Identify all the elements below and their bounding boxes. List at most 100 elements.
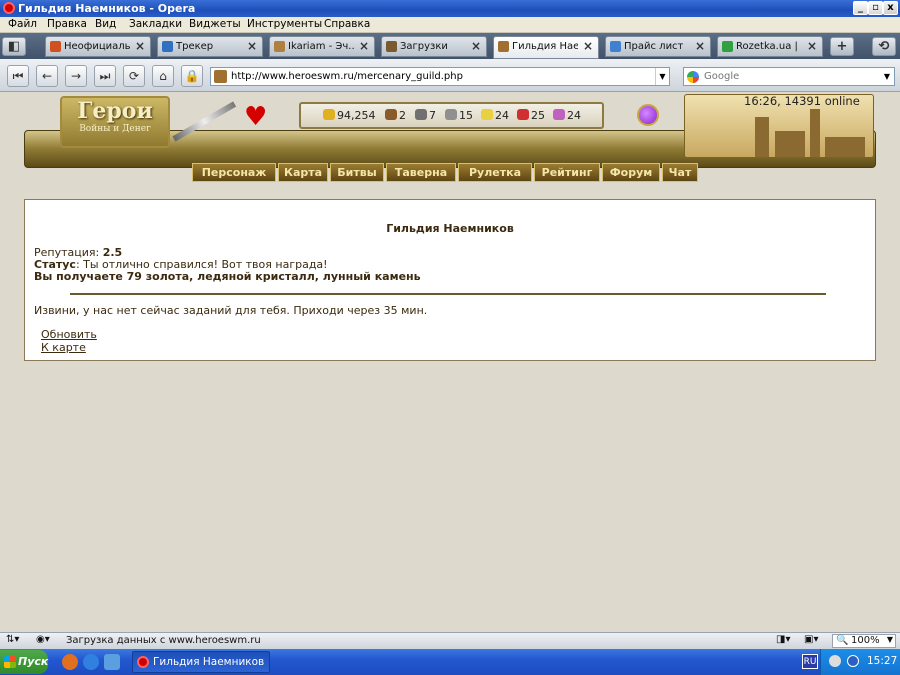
gold-icon — [323, 109, 335, 120]
menu-widgets[interactable]: Виджеты — [189, 18, 241, 30]
panel-icon[interactable]: ◨▾ — [776, 634, 790, 645]
wood-icon — [385, 109, 397, 120]
logo-subtitle: Войны и Денег — [79, 124, 151, 134]
tab-favicon-icon — [722, 41, 733, 52]
tab-label: Трекер — [176, 41, 214, 52]
menu-file[interactable]: Файл — [8, 18, 37, 30]
clock: 15:27 — [867, 655, 898, 667]
tab-0[interactable]: Неофициаль... × — [45, 36, 151, 57]
tab-favicon-icon — [274, 41, 285, 52]
menu-view[interactable]: Вид — [95, 18, 116, 30]
menu-tools[interactable]: Инструменты — [247, 18, 322, 30]
tab-label: Прайс лист — [624, 41, 684, 52]
tab-3[interactable]: Загрузки × — [381, 36, 487, 57]
chevron-down-icon[interactable]: ▼ — [880, 68, 894, 85]
tab-4-active[interactable]: Гильдия Нае... × — [493, 36, 599, 59]
tab-favicon-icon — [162, 41, 173, 52]
opera-icon — [3, 2, 15, 14]
desktop-icon[interactable] — [104, 654, 120, 670]
nav-map[interactable]: Карта — [278, 163, 328, 182]
nav-tavern[interactable]: Таверна — [386, 163, 456, 182]
search-input[interactable] — [704, 69, 874, 84]
firefox-icon[interactable] — [62, 654, 78, 670]
security-icon[interactable]: 🔒 — [181, 65, 203, 87]
nav-battles[interactable]: Битвы — [330, 163, 384, 182]
nav-rating[interactable]: Рейтинг — [534, 163, 600, 182]
nav-forum[interactable]: Форум — [602, 163, 660, 182]
language-indicator[interactable]: RU — [802, 654, 818, 669]
fast-forward-button[interactable]: ⏭ — [94, 65, 116, 87]
search-box[interactable]: ▼ — [683, 67, 895, 86]
window-title-bar: Гильдия Наемников - Opera _ ▫ x — [0, 0, 900, 17]
heart-icon: ♥ — [244, 102, 268, 132]
guild-panel: Гильдия Наемников Репутация: 2.5 Статус:… — [24, 199, 876, 361]
view-icon[interactable]: ▣▾ — [804, 634, 818, 645]
speed-dial-icon[interactable]: ◉▾ — [36, 634, 50, 645]
tab-6[interactable]: Rozetka.ua | ... × — [717, 36, 823, 57]
page-content: Герои Войны и Денег ♥ 94,254 2 7 15 24 2… — [0, 92, 900, 632]
mercury-icon — [445, 109, 457, 120]
rewind-button[interactable]: ⏮ — [7, 65, 29, 87]
chevron-down-icon[interactable]: ▼ — [655, 68, 669, 85]
new-tab-button[interactable]: + — [830, 37, 854, 56]
ie-icon[interactable] — [83, 654, 99, 670]
close-window-button[interactable]: x — [883, 1, 898, 15]
status-text: Загрузка данных с www.heroeswm.ru — [66, 635, 261, 646]
to-map-link[interactable]: К карте — [41, 341, 86, 354]
menu-help[interactable]: Справка — [324, 18, 370, 30]
gem-icon — [553, 109, 565, 120]
menu-bookmarks[interactable]: Закладки — [129, 18, 182, 30]
tab-bar: ◧ Неофициаль... × Трекер × Ikariam - Эч...… — [0, 33, 900, 59]
no-tasks-message: Извини, у нас нет сейчас заданий для теб… — [34, 304, 428, 317]
tab-label: Неофициаль... — [64, 41, 130, 52]
menu-edit[interactable]: Правка — [47, 18, 87, 30]
window-title: Гильдия Наемников - Opera — [18, 2, 196, 15]
tab-1[interactable]: Трекер × — [157, 36, 263, 57]
taskbar-window-button[interactable]: Гильдия Наемников -... — [132, 651, 270, 673]
tray-app-icon[interactable] — [829, 655, 841, 667]
logo-title: Герои — [77, 98, 153, 124]
nav-character[interactable]: Персонаж — [192, 163, 276, 182]
forward-button[interactable]: → — [65, 65, 87, 87]
resource-bar: 94,254 2 7 15 24 25 24 — [299, 102, 604, 129]
url-input[interactable] — [231, 69, 651, 84]
tab-favicon-icon — [498, 41, 509, 52]
back-button[interactable]: ← — [36, 65, 58, 87]
windows-logo-icon — [4, 656, 16, 668]
tab-close-icon[interactable]: × — [247, 39, 257, 53]
tab-close-icon[interactable]: × — [471, 39, 481, 53]
start-button[interactable]: Пуск — [0, 650, 48, 674]
game-header: Герои Войны и Денег ♥ 94,254 2 7 15 24 2… — [24, 92, 876, 184]
tab-close-icon[interactable]: × — [583, 39, 593, 53]
tray-network-icon[interactable] — [847, 655, 859, 667]
tab-2[interactable]: Ikariam - Эч... × — [269, 36, 375, 57]
refresh-link[interactable]: Обновить — [41, 328, 97, 341]
zoom-control[interactable]: 🔍 100% ▼ — [832, 634, 896, 648]
potion-icon[interactable] — [637, 104, 659, 126]
panel-toggle-button[interactable]: ◧ — [2, 37, 26, 56]
tab-close-icon[interactable]: × — [135, 39, 145, 53]
closed-tabs-icon[interactable]: ⟲ — [872, 37, 896, 56]
server-time-online: 16:26, 14391 online — [744, 94, 860, 108]
home-button[interactable]: ⌂ — [152, 65, 174, 87]
address-bar[interactable]: ▼ — [210, 67, 670, 86]
reload-button[interactable]: ⟳ — [123, 65, 145, 87]
google-icon — [687, 71, 699, 83]
nav-roulette[interactable]: Рулетка — [458, 163, 532, 182]
resource-sulfur: 24 — [481, 109, 509, 122]
transfer-icon[interactable]: ⇅▾ — [6, 634, 19, 645]
minimize-button[interactable]: _ — [853, 1, 868, 15]
tab-close-icon[interactable]: × — [359, 39, 369, 53]
tab-close-icon[interactable]: × — [807, 39, 817, 53]
chevron-down-icon: ▼ — [886, 635, 893, 644]
maximize-button[interactable]: ▫ — [868, 1, 883, 15]
resource-mercury: 15 — [445, 109, 473, 122]
nav-chat[interactable]: Чат — [662, 163, 698, 182]
tab-5[interactable]: Прайс лист × — [605, 36, 711, 57]
tab-favicon-icon — [610, 41, 621, 52]
navigation-bar: ⏮ ← → ⏭ ⟳ ⌂ 🔒 ▼ ▼ — [0, 59, 900, 92]
page-title: Гильдия Наемников — [386, 222, 514, 235]
tab-close-icon[interactable]: × — [695, 39, 705, 53]
game-logo[interactable]: Герои Войны и Денег — [60, 96, 170, 148]
opera-icon — [137, 656, 149, 668]
